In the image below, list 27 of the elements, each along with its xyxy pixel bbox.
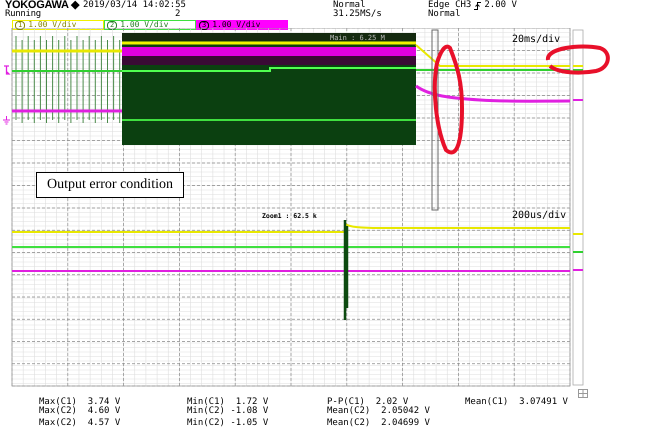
trigger-level-icon xyxy=(3,65,11,75)
trigger-source: Edge CH3 xyxy=(428,1,472,10)
sample-rate: 31.25MS/s xyxy=(333,10,383,19)
display-count: 2 xyxy=(175,10,180,19)
measurement-value: Mean(C1) 3.07491 V xyxy=(465,398,569,407)
ground-icon xyxy=(2,116,10,124)
measurement-value: Min(C2) -1.08 V xyxy=(187,407,270,416)
rising-edge-icon xyxy=(474,2,482,10)
measurement-value: Max(C2) 4.57 V xyxy=(39,419,122,428)
acquisition-mode: Normal xyxy=(333,1,366,10)
annotation-label: Output error condition xyxy=(36,172,184,198)
measurement-value: Mean(C2) 2.04699 V xyxy=(327,419,431,428)
measurement-value: Mean(C2) 2.05042 V xyxy=(327,407,431,416)
measurement-value: Min(C1) 1.72 V xyxy=(187,398,270,407)
measurement-value: Max(C1) 3.74 V xyxy=(39,398,122,407)
run-state: Running xyxy=(5,10,42,19)
trigger-level: 2.00 V xyxy=(484,1,517,10)
timebase-label: 200us/div xyxy=(512,210,566,221)
trigger-mode: Normal xyxy=(428,10,462,19)
measurement-value: P-P(C1) 2.02 V xyxy=(327,398,408,407)
measurement-value: Min(C2) -1.05 V xyxy=(187,419,270,428)
grid-icon[interactable] xyxy=(578,389,588,398)
timebase-label: 20ms/div xyxy=(512,34,560,45)
zoom-position-marker[interactable] xyxy=(432,30,438,210)
measurement-value: Max(C2) 4.60 V xyxy=(39,407,122,416)
date-time: 2019/03/14 14:02:55 xyxy=(83,1,187,10)
brand-logo: YOKOGAWA ◆ xyxy=(5,1,80,10)
